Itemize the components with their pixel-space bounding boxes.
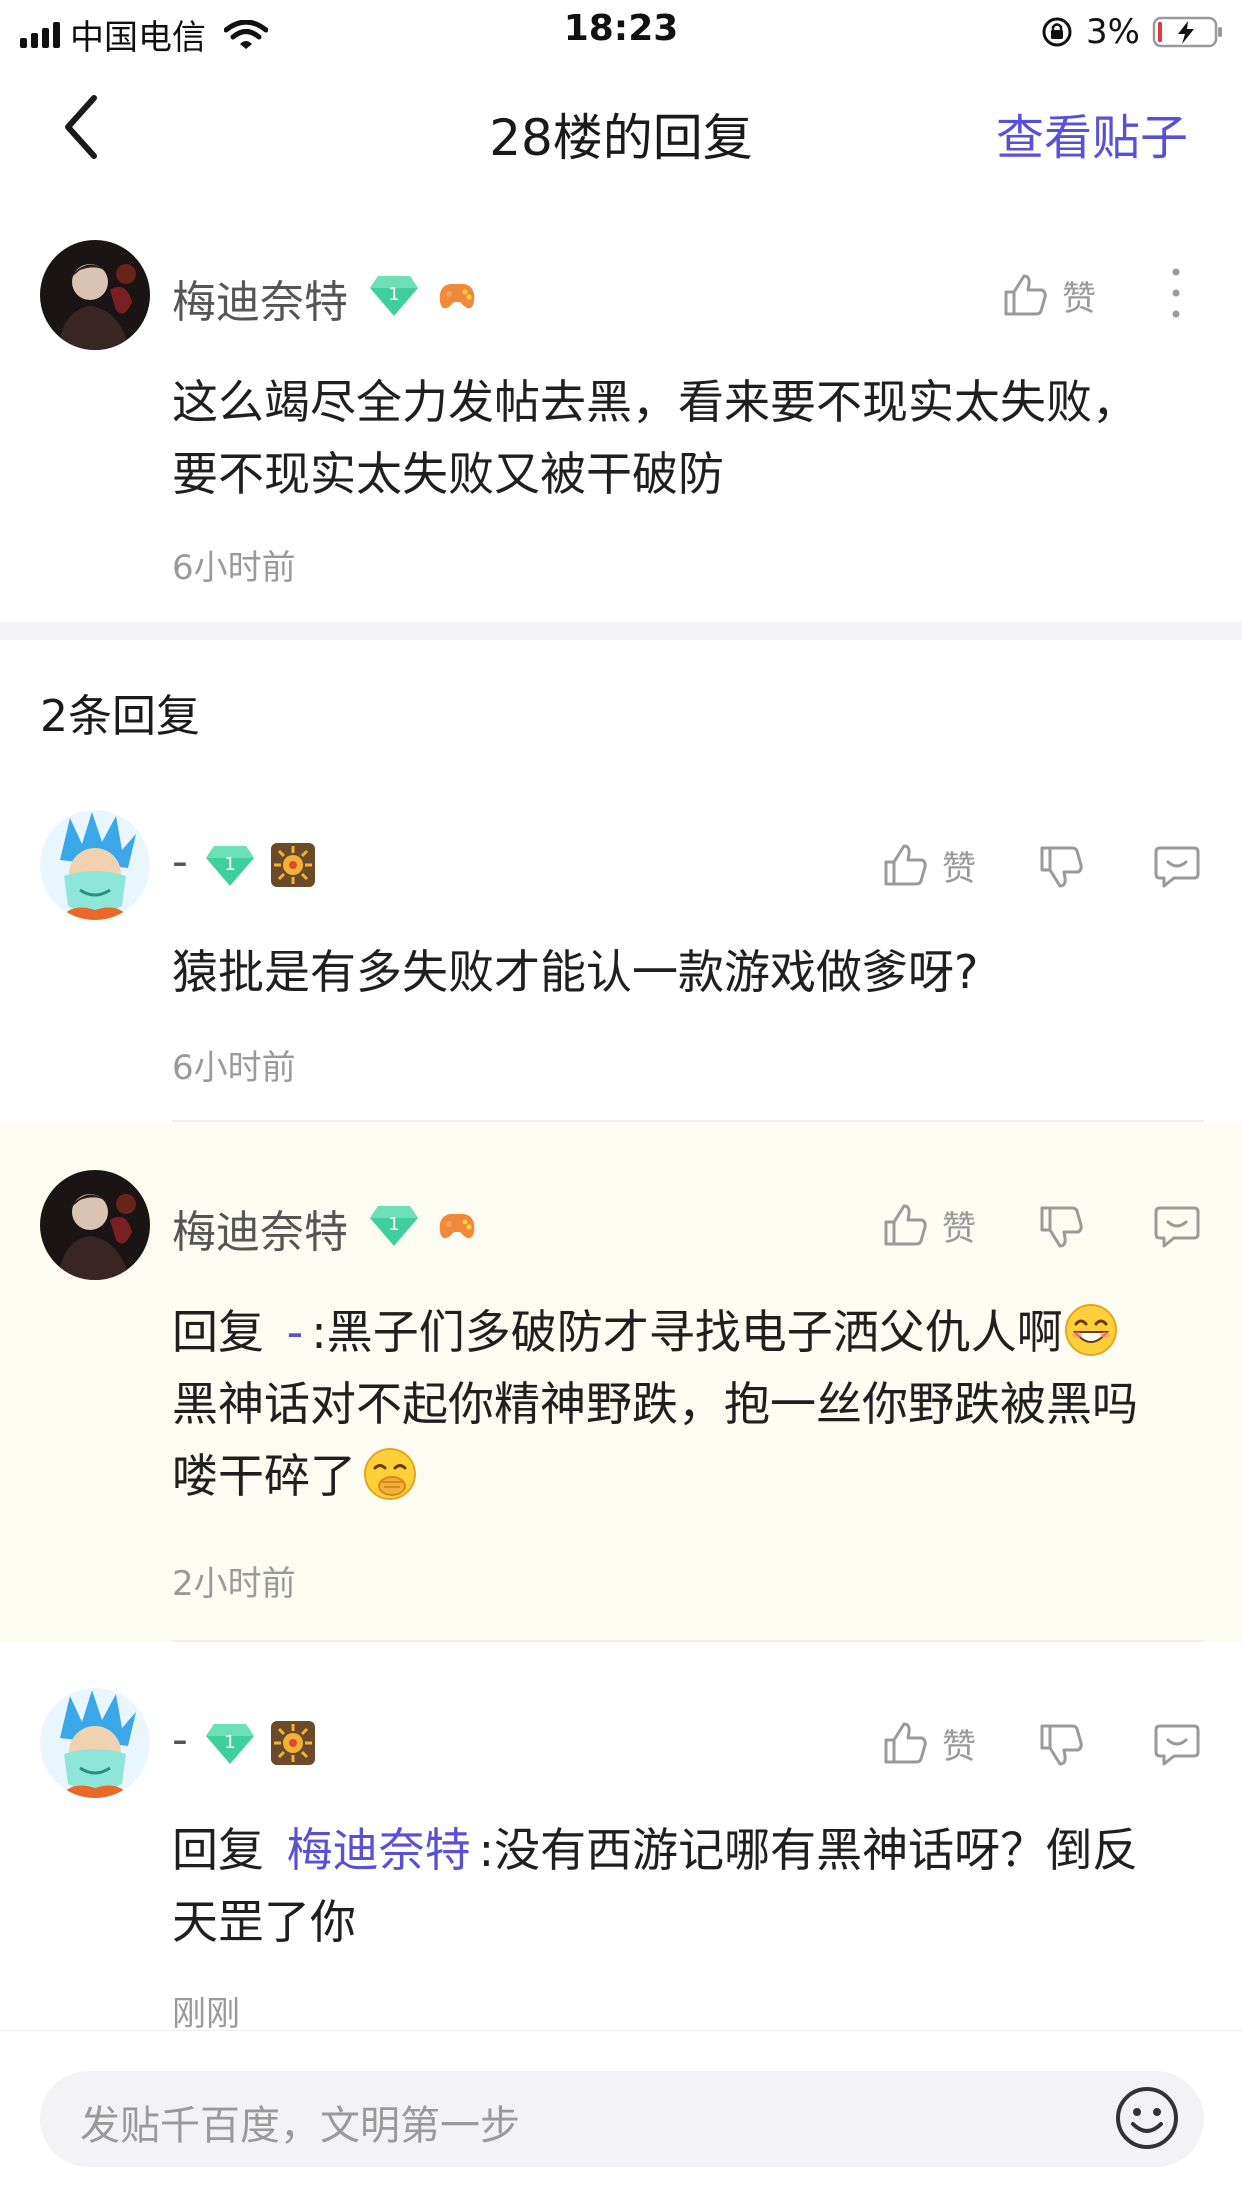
mention-link[interactable]: 梅迪奈特 (287, 1823, 471, 1877)
comment-icon[interactable] (1152, 1720, 1202, 1770)
gamepad-badge-icon (439, 284, 475, 309)
reply-time: 6小时前 (172, 1048, 296, 1088)
comment-text: 这么竭尽全力发帖去黑，看来要不现实太失败， 要不现实太失败又被干破防 (172, 366, 1212, 510)
level-gem-icon: 1 (370, 1206, 418, 1246)
like-label: 赞 (942, 848, 976, 889)
username[interactable]: - (172, 1714, 188, 1765)
thumb-up-icon (884, 1204, 927, 1246)
comment-icon[interactable] (1152, 842, 1202, 892)
gamepad-badge-icon (439, 1214, 475, 1239)
svg-text:1: 1 (388, 284, 399, 305)
battery-icon (1152, 16, 1222, 48)
replies-count: 2条回复 (40, 691, 200, 742)
avatar[interactable] (40, 240, 150, 350)
reply-input[interactable]: 发贴千百度，文明第一步 (40, 2071, 1204, 2167)
reply-prefix: 回复 (172, 1823, 264, 1877)
reply-divider (172, 1640, 1204, 1642)
avatar[interactable] (40, 810, 150, 920)
reply-time: 2小时前 (172, 1564, 296, 1604)
level-gem-icon: 1 (206, 846, 254, 886)
mention-link[interactable]: - (287, 1305, 304, 1359)
thumb-up-icon (1004, 274, 1047, 316)
avatar-image (40, 240, 150, 350)
like-label: 赞 (942, 1726, 976, 1767)
reply-text-segment: :没有西游记哪有黑神话呀？倒反 (478, 1823, 1139, 1877)
section-divider (0, 622, 1242, 640)
avatar-image (40, 810, 150, 920)
reply-text: 猿批是有多失败才能认一款游戏做爹呀? (172, 945, 979, 999)
reply-text-segment: 喽干碎了 (172, 1449, 356, 1503)
like-button[interactable]: 赞 (880, 1718, 976, 1768)
level-gem-icon: 1 (206, 1724, 254, 1764)
reply-text: 回复 梅迪奈特:没有西游记哪有黑神话呀？倒反 天罡了你 (172, 1814, 1212, 1958)
comment-icon[interactable] (1152, 1202, 1202, 1252)
thumb-down-icon[interactable] (1036, 842, 1086, 892)
avatar-image (40, 1170, 150, 1280)
more-icon[interactable] (1166, 266, 1186, 320)
reply-text: 回复 -:黑子们多破防才寻找电子洒父仇人啊 黑神话对不起你精神野跌，抱一丝你野跌… (172, 1296, 1212, 1512)
reply-time: 刚刚 (172, 1994, 240, 2034)
bottom-input-bar: 发贴千百度，文明第一步 (0, 2030, 1242, 2208)
rotation-lock-icon (1042, 17, 1072, 47)
input-placeholder: 发贴千百度，文明第一步 (80, 2103, 520, 2149)
smile-icon[interactable] (1114, 2085, 1180, 2151)
sun-badge-icon (271, 843, 315, 887)
thumb-up-icon (884, 844, 927, 886)
battery-percent: 3% (1086, 12, 1140, 52)
reply-text-line: 黑神话对不起你精神野跌，抱一丝你野跌被黑吗 (172, 1377, 1138, 1431)
view-post-link[interactable]: 查看贴子 (996, 98, 1188, 168)
status-right: 3% (1040, 12, 1224, 52)
comment-text-line: 这么竭尽全力发帖去黑，看来要不现实太失败， (172, 375, 1138, 429)
svg-text:1: 1 (224, 1732, 235, 1753)
reply-prefix: 回复 (172, 1305, 264, 1359)
svg-text:1: 1 (388, 1214, 399, 1235)
grin-emoji-icon (1064, 1304, 1117, 1356)
comment-time: 6小时前 (172, 548, 296, 588)
comment-text-line: 要不现实太失败又被干破防 (172, 447, 724, 501)
avatar[interactable] (40, 1688, 150, 1798)
reply-text-line: 回复 梅迪奈特:没有西游记哪有黑神话呀？倒反 (172, 1814, 1212, 1886)
like-button[interactable]: 赞 (880, 1200, 976, 1250)
like-label: 赞 (1062, 278, 1096, 319)
level-gem-icon: 1 (370, 276, 418, 316)
username[interactable]: - (172, 836, 188, 887)
nav-bar: 28楼的回复 查看贴子 (0, 62, 1242, 192)
like-button[interactable]: 赞 (1000, 270, 1096, 320)
username[interactable]: 梅迪奈特 (172, 266, 348, 330)
giggle-emoji-icon (364, 1448, 416, 1500)
thumb-down-icon[interactable] (1036, 1202, 1086, 1252)
like-label: 赞 (942, 1208, 976, 1249)
thumb-up-icon (884, 1722, 927, 1764)
reply-text-line: 回复 -:黑子们多破防才寻找电子洒父仇人啊 (172, 1296, 1212, 1368)
avatar[interactable] (40, 1170, 150, 1280)
svg-text:1: 1 (224, 854, 235, 875)
like-button[interactable]: 赞 (880, 840, 976, 890)
status-bar: 中国电信 18:23 3% (0, 0, 1242, 62)
reply-text-line: 喽干碎了 (172, 1440, 1212, 1512)
avatar-image (40, 1688, 150, 1798)
reply-text-segment: :黑子们多破防才寻找电子洒父仇人啊 (311, 1305, 1063, 1359)
thumb-down-icon[interactable] (1036, 1720, 1086, 1770)
username[interactable]: 梅迪奈特 (172, 1196, 348, 1260)
sun-badge-icon (271, 1721, 315, 1765)
reply-text-line: 天罡了你 (172, 1895, 356, 1949)
